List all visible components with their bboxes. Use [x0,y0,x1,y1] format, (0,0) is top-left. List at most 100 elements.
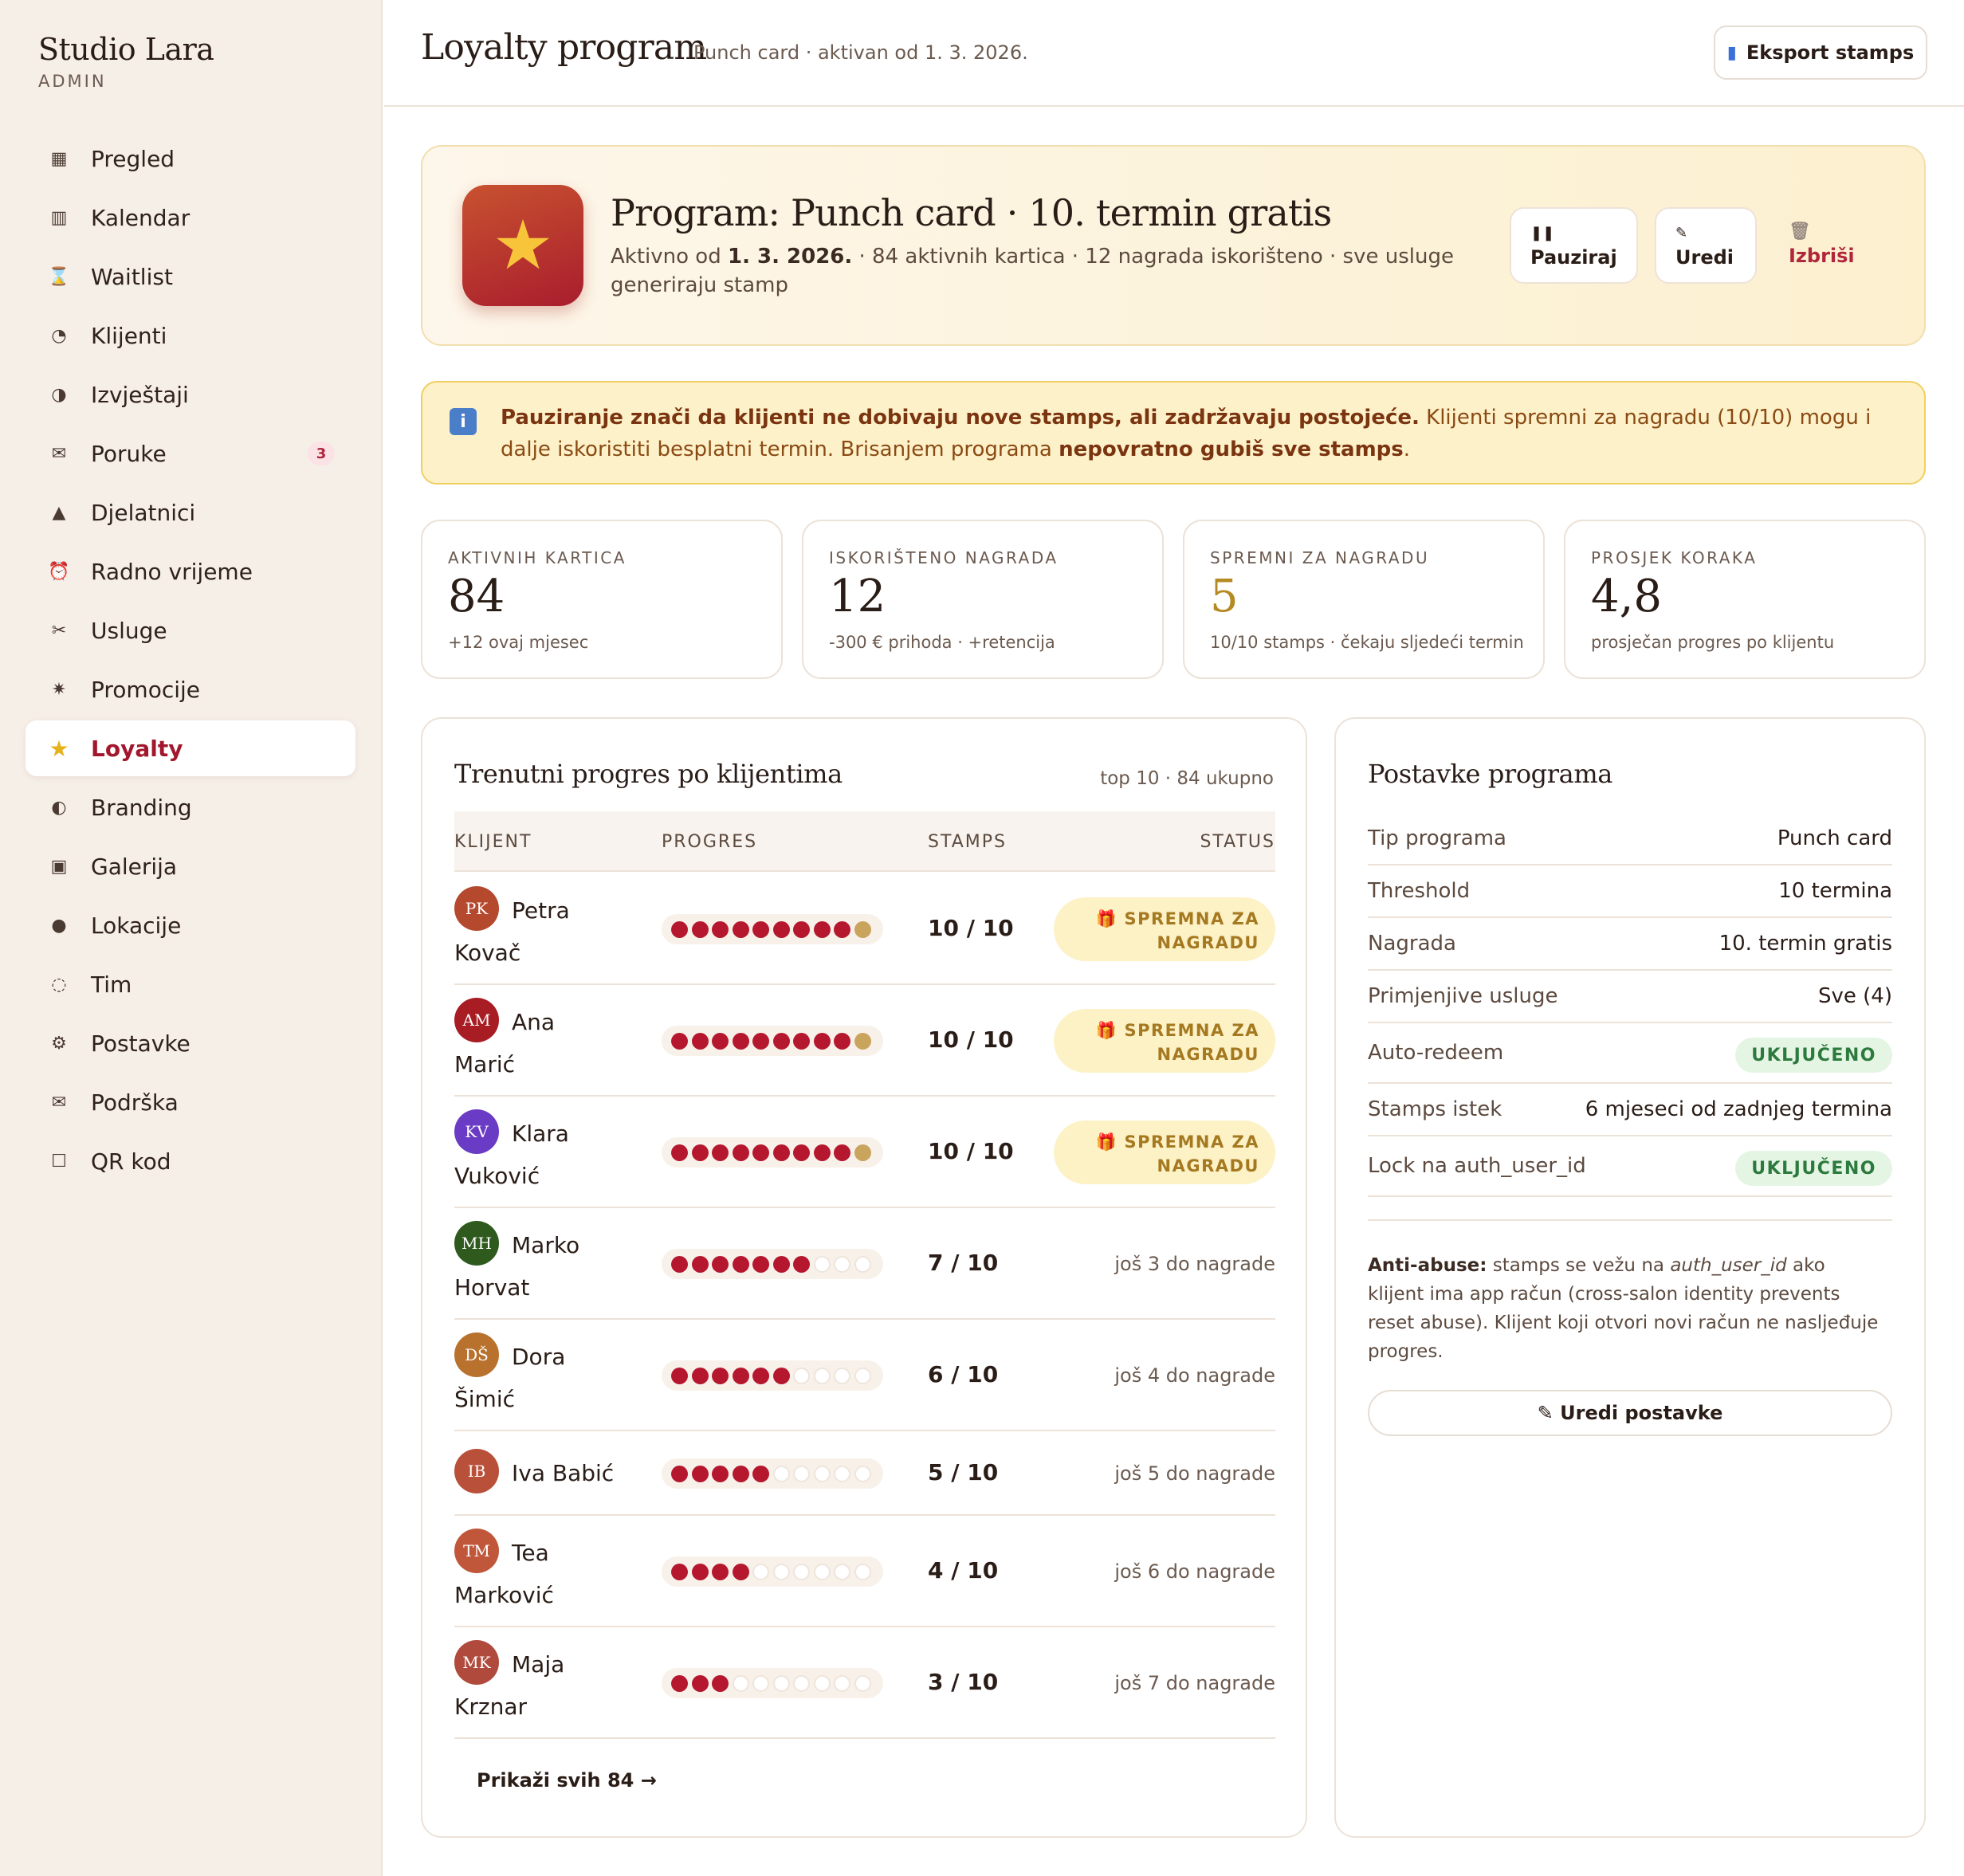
sidebar-item-lokacije[interactable]: ● Lokacije [26,897,355,953]
sidebar-item-radno-vrijeme[interactable]: ⏰ Radno vrijeme [26,544,355,599]
client-name: PK Petra Kovač [454,886,662,972]
sidebar-item-pregled[interactable]: ▦ Pregled [26,131,355,186]
avatar: IB [454,1449,499,1493]
sidebar-item-promocije[interactable]: ✷ Promocije [26,661,355,717]
stamp-dot [712,1255,729,1273]
grid-icon: ▦ [50,148,68,169]
alert-text-2: . [1403,438,1411,461]
sidebar-item-usluge[interactable]: ✂ Usluge [26,602,355,658]
sidebar-item-label: Promocije [91,676,201,703]
program-settings-panel: Postavke programa Tip programa Punch card… [1334,717,1926,1838]
progress-meta: top 10 · 84 ukupno [1100,768,1274,789]
stamp-dot [691,1255,709,1273]
progress-title: Trenutni progres po klijentima [454,759,843,789]
ready-line-1: SPREMNA ZA [1124,1132,1259,1152]
client-name: DŠ Dora Šimić [454,1332,662,1419]
sidebar-item-podrška[interactable]: ✉ Podrška [26,1074,355,1130]
client-first-name: Klara [512,1120,569,1147]
stamp-dot [813,920,831,938]
stamp-dot [834,1032,850,1050]
anti-text-1: stamps se vežu na [1487,1255,1671,1276]
sidebar-item-poruke[interactable]: ✉ Poruke 3 [26,426,355,481]
table-row[interactable]: AM Ana Marić 10 / 10 🎁 SPREMNA ZA NAGRADU [454,985,1275,1097]
anti-abuse-note: Anti-abuse: stamps se vežu na auth_user_… [1368,1251,1886,1366]
alert-bold-2: nepovratno gubiš sve stamps [1059,438,1404,461]
sidebar-item-izvještaji[interactable]: ◑ Izvještaji [26,367,355,422]
stamp-dot [732,1465,749,1482]
sidebar-item-label: Lokacije [91,912,182,939]
stamp-dot [691,1032,709,1050]
sidebar-item-waitlist[interactable]: ⌛ Waitlist [26,249,355,304]
stamp-dot [732,1144,749,1161]
alert-text: Pauziranje znači da klijenti ne dobivaju… [501,402,1903,465]
show-all-link[interactable]: Prikaži svih 84 → [477,1769,657,1792]
stamp-count: 5 / 10 [928,1459,999,1485]
qr-icon: ☐ [51,1151,67,1172]
stamp-dot [772,1032,790,1050]
pause-info-alert: i Pauziranje znači da klijenti ne dobiva… [421,381,1926,485]
pause-button[interactable]: ❚❚ Pauziraj [1510,207,1638,284]
client-name: TM Tea Marković [454,1529,662,1615]
table-row[interactable]: TM Tea Marković 4 / 10 još 6 do nagrade [454,1516,1275,1627]
sidebar-item-loyalty[interactable]: ★ Loyalty [26,720,355,776]
stamp-dot [793,1674,810,1692]
edit-button[interactable]: ✎ Uredi [1655,207,1757,284]
export-stamps-button[interactable]: ▮ Eksport stamps [1714,26,1927,80]
edit-settings-button[interactable]: ✎ Uredi postavke [1368,1390,1892,1436]
stamp-dot [691,1144,709,1161]
delete-label: Izbriši [1789,245,1855,267]
gear-icon: ⚙ [51,1033,67,1054]
stamp-dot [813,1465,831,1482]
camera-icon: ▣ [50,856,68,877]
stamp-dot [691,1465,709,1482]
remaining-text: još 4 do nagrade [1114,1364,1275,1387]
table-row[interactable]: IB Iva Babić 5 / 10 još 5 do nagrade [454,1431,1275,1516]
remaining-text: još 3 do nagrade [1114,1253,1275,1275]
stamp-dot [752,1465,769,1482]
table-row[interactable]: PK Petra Kovač 10 / 10 🎁 SPREMNA ZA NAGRADU [454,873,1275,985]
stamp-dot [712,1674,729,1692]
sidebar-item-label: Radno vrijeme [91,558,253,585]
sidebar-item-tim[interactable]: ◌ Tim [26,956,355,1012]
sidebar-item-galerija[interactable]: ▣ Galerija [26,838,355,894]
client-first-name: Maja [512,1651,565,1678]
program-card: ★ Program: Punch card · 10. termin grati… [421,145,1926,346]
sidebar-item-djelatnici[interactable]: ▲ Djelatnici [26,485,355,540]
stamp-dot [793,1144,810,1161]
stamp-dot [752,1674,769,1692]
sidebar-item-kalendar[interactable]: ▥ Kalendar [26,190,355,245]
stamp-dot [834,1144,850,1161]
ready-line-2: NAGRADU [1157,933,1259,952]
stamp-count: 10 / 10 [928,1138,1014,1164]
staff-icon: ▲ [52,502,66,523]
avatar: MK [454,1640,499,1685]
stamp-dot [772,920,790,938]
stamp-count: 4 / 10 [928,1557,999,1584]
sidebar-item-label: Klijenti [91,322,167,349]
pause-label: Pauziraj [1530,246,1617,269]
table-row[interactable]: MH Marko Horvat 7 / 10 još 3 do nagrade [454,1208,1275,1320]
stamp-dot [772,1255,790,1273]
stamp-progress [662,1026,883,1056]
table-row[interactable]: KV Klara Vuković 10 / 10 🎁 SPREMNA ZA NAGRADU [454,1097,1275,1208]
table-row[interactable]: DŠ Dora Šimić 6 / 10 još 4 do nagrade [454,1320,1275,1431]
sidebar-item-postavke[interactable]: ⚙ Postavke [26,1015,355,1071]
setting-key: Threshold [1368,879,1471,903]
settings-row: Auto-redeem UKLJUČENO [1368,1023,1892,1084]
stamp-dot [834,1465,850,1482]
stat-note: -300 € prihoda · +retencija [829,633,1055,652]
client-first-name: Petra [512,897,570,924]
stamp-dot [671,1563,688,1580]
delete-button[interactable]: 🗑 Izbriši [1789,222,1855,267]
sidebar-item-branding[interactable]: ◐ Branding [26,779,355,835]
sidebar-item-label: Loyalty [91,735,183,762]
sidebar-item-qr-kod[interactable]: ☐ QR kod [26,1133,355,1189]
stamp-dot [854,1563,871,1580]
stamp-dot [752,1032,769,1050]
stamp-dot [834,1255,850,1273]
setting-key: Primjenjive usluge [1368,984,1558,1008]
stat-note: +12 ovaj mjesec [448,633,589,652]
table-row[interactable]: MK Maja Krznar 3 / 10 još 7 do nagrade [454,1627,1275,1739]
sidebar-item-klijenti[interactable]: ◔ Klijenti [26,308,355,363]
export-label: Eksport stamps [1746,41,1915,64]
